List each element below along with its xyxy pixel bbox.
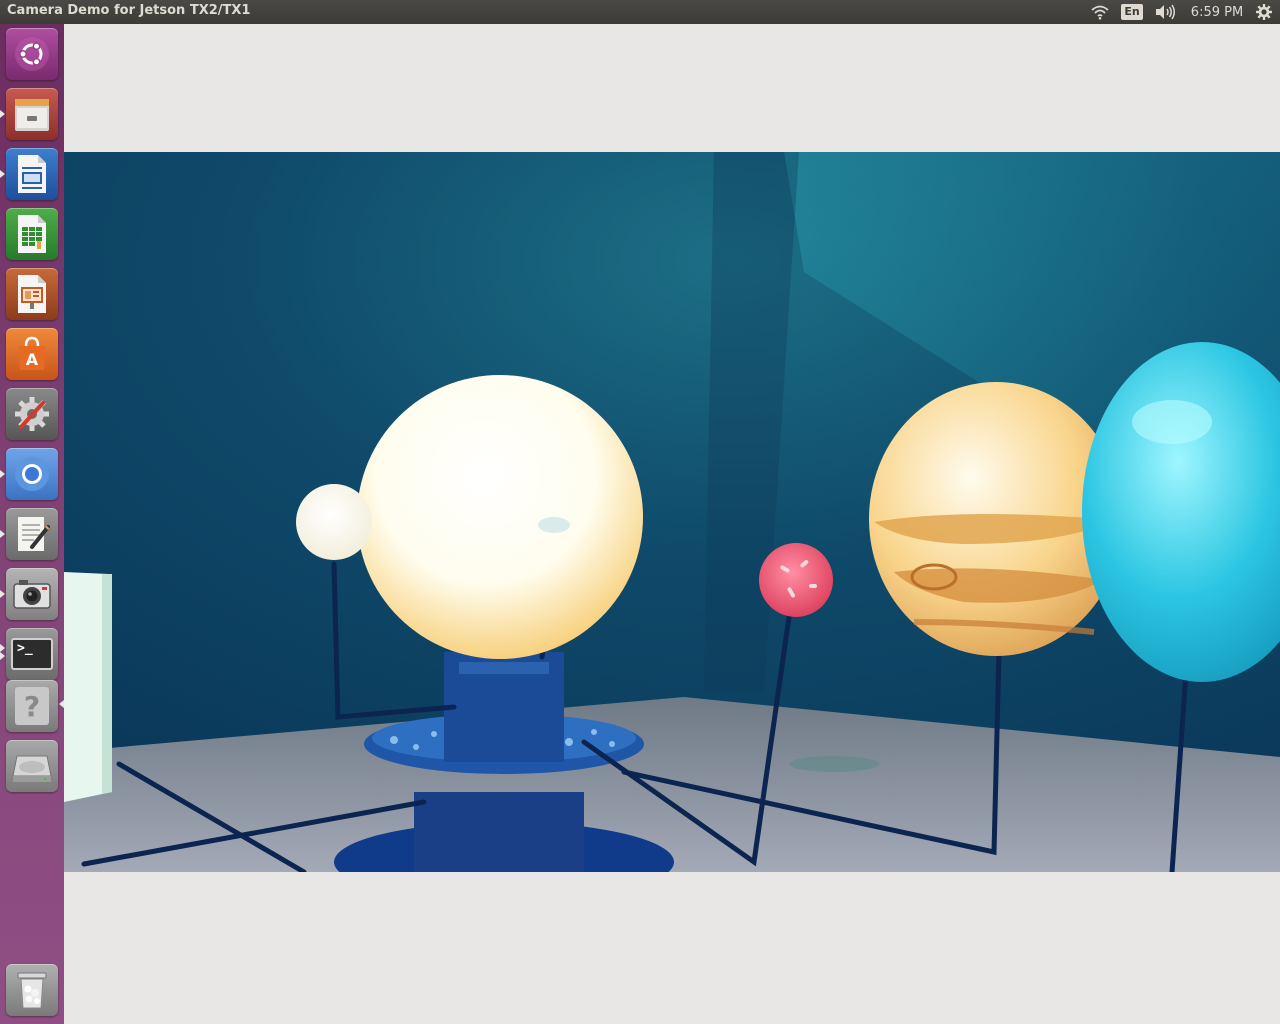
keyboard-layout-indicator[interactable]: En [1121, 0, 1143, 24]
launcher-libreoffice-calc[interactable] [6, 208, 58, 260]
launcher-trash[interactable] [6, 964, 58, 1016]
launcher-help[interactable]: ? [6, 680, 58, 732]
drive-icon [12, 755, 52, 782]
spreadsheet-icon [18, 215, 46, 253]
document-icon [18, 155, 46, 193]
camera-icon [13, 580, 51, 609]
launcher-ubuntu-dash[interactable] [6, 28, 58, 80]
software-center-glyph: A [26, 350, 39, 369]
running-indicator [0, 530, 5, 538]
file-cabinet-icon [15, 99, 49, 131]
wifi-icon [1091, 5, 1109, 20]
session-indicator[interactable] [1252, 0, 1276, 24]
ubuntu-logo-icon [15, 37, 49, 71]
gear-icon [1256, 4, 1272, 20]
chromium-icon [15, 457, 49, 491]
help-glyph: ? [23, 689, 41, 723]
running-indicator [0, 470, 5, 478]
sound-indicator[interactable] [1152, 0, 1178, 24]
launcher: A >_ ? [0, 24, 64, 1024]
launcher-disk[interactable] [6, 740, 58, 792]
presentation-icon [18, 275, 46, 313]
launcher-libreoffice-impress[interactable] [6, 268, 58, 320]
wifi-indicator[interactable] [1088, 0, 1112, 24]
running-indicator [0, 652, 5, 660]
terminal-icon: >_ [11, 638, 53, 670]
launcher-files[interactable] [6, 88, 58, 140]
running-indicator [0, 110, 5, 118]
language-label: En [1121, 4, 1143, 20]
running-indicator [0, 644, 5, 652]
launcher-camera-app[interactable] [6, 568, 58, 620]
launcher-terminal[interactable]: >_ [6, 628, 58, 680]
terminal-glyph: >_ [17, 641, 33, 656]
clock[interactable]: 6:59 PM [1186, 0, 1248, 24]
trash-icon [17, 972, 47, 1009]
volume-icon [1156, 4, 1175, 20]
top-panel: Camera Demo for Jetson TX2/TX1 En 6:59 P… [0, 0, 1280, 24]
launcher-libreoffice-writer[interactable] [6, 148, 58, 200]
question-icon: ? [15, 687, 49, 725]
shopping-bag-icon: A [18, 336, 46, 370]
launcher-chromium[interactable] [6, 448, 58, 500]
camera-frame [64, 152, 1280, 872]
running-indicator [0, 170, 5, 178]
launcher-system-settings[interactable] [6, 388, 58, 440]
window-title: Camera Demo for Jetson TX2/TX1 [7, 3, 251, 18]
wrench-gear-icon [15, 397, 49, 431]
camera-preview [64, 152, 1280, 872]
running-indicator [0, 590, 5, 598]
notepad-icon [18, 517, 50, 551]
launcher-text-editor[interactable] [6, 508, 58, 560]
launcher-software-center[interactable]: A [6, 328, 58, 380]
